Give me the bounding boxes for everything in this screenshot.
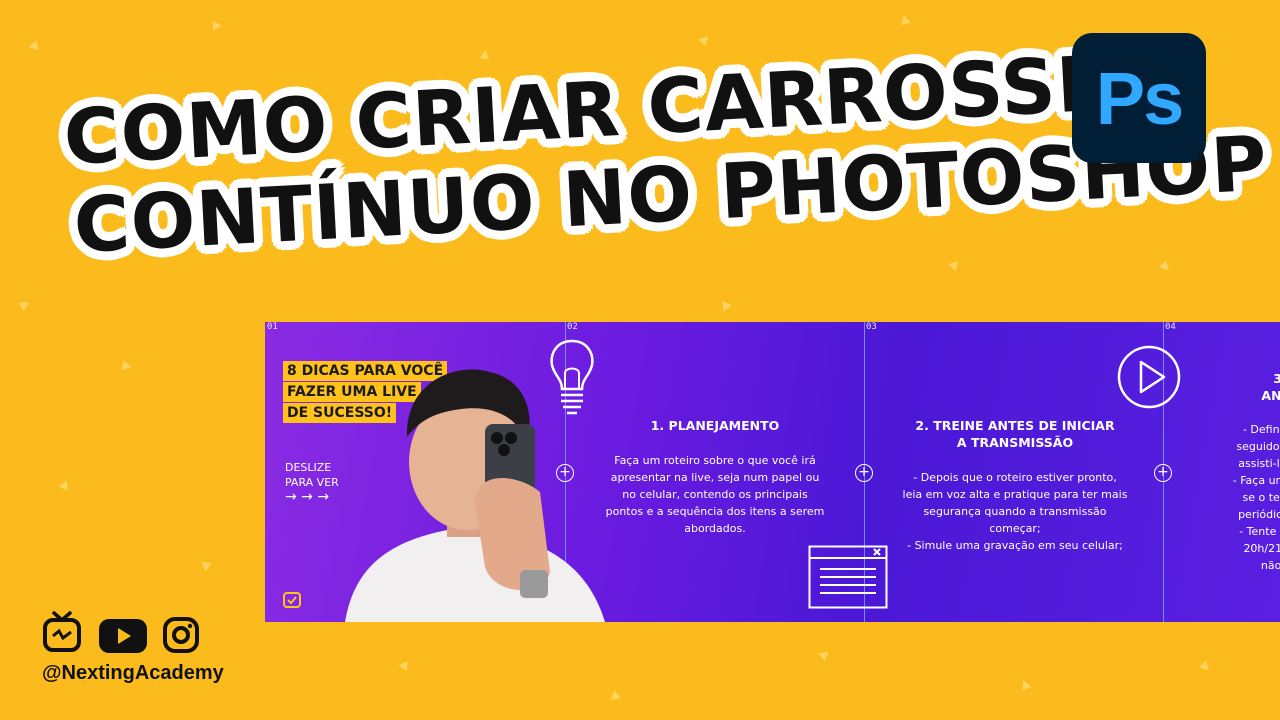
body-line: Faça um roteiro sobre o que você irá [614,454,816,467]
body-line: abordados. [684,522,746,535]
slide3-body: - Depois que o roteiro estiver pronto, l… [885,469,1145,554]
play-icon [1117,345,1181,409]
youtube-icon[interactable] [98,618,148,654]
title-line: A TRANSMISSÃO [956,435,1074,450]
add-artboard-icon[interactable]: + [1154,464,1172,482]
body-line: 20h/21h qu [1243,542,1280,555]
body-line: se o tema é [1242,491,1280,504]
body-line: segurança quando a transmissão [923,505,1107,518]
slide4-title: 3. ANTE [1195,370,1280,404]
slide2-body: Faça um roteiro sobre o que você irá apr… [585,452,845,537]
artboard-label-04[interactable]: 04 [1165,322,1176,332]
instagram-icon[interactable] [162,616,200,654]
add-artboard-icon[interactable]: + [855,464,873,482]
body-line: periódicas pa [1238,508,1280,521]
body-line: - Tente não u [1239,525,1280,538]
body-line: no celular, contendo os principais [622,488,808,501]
title-line: ANTE [1261,388,1280,403]
social-handle[interactable]: @NextingAcademy [42,662,224,685]
body-line: apresentar na live, seja num papel ou [610,471,820,484]
slide4-body: - Defina o d seguidores pa assisti-la, g… [1185,421,1280,574]
body-line: - Depois que o roteiro estiver pronto, [913,471,1117,484]
artboard-label-02[interactable]: 02 [567,322,578,332]
lightbulb-icon [550,339,594,415]
slide2-title: 1. PLANEJAMENTO [650,418,780,433]
artboard-label-03[interactable]: 03 [866,322,877,332]
badge-check-icon [283,592,301,608]
body-line: assisti-la, ger [1238,457,1280,470]
browser-window-icon [808,545,888,609]
body-line: - Defina o d [1242,423,1280,436]
body-line: - Simule uma gravação em seu celular; [907,539,1123,552]
artboard-label-01[interactable]: 01 [267,322,278,332]
add-artboard-icon[interactable]: + [556,464,574,482]
body-line: começar; [989,522,1041,535]
photoshop-icon: Ps [1072,33,1206,163]
slide3-title: 2. TREINE ANTES DE INICIAR A TRANSMISSÃO [885,417,1145,451]
body-line: leia em voz alta e pratique para ter mai… [902,488,1128,501]
body-line: pontos e a sequência dos itens a serem [605,505,825,518]
body-line: seguidores pa [1236,440,1280,453]
body-line: não t [1260,559,1280,572]
title-line: 3. [1273,371,1280,386]
title-line: 2. TREINE ANTES DE INICIAR [915,418,1115,433]
body-line: - Faça uma enq [1232,474,1280,487]
igtv-icon[interactable] [42,610,82,654]
carousel-strip: 01 02 03 04 8 DICAS PARA VOCÊ FAZER UMA … [265,322,1280,622]
